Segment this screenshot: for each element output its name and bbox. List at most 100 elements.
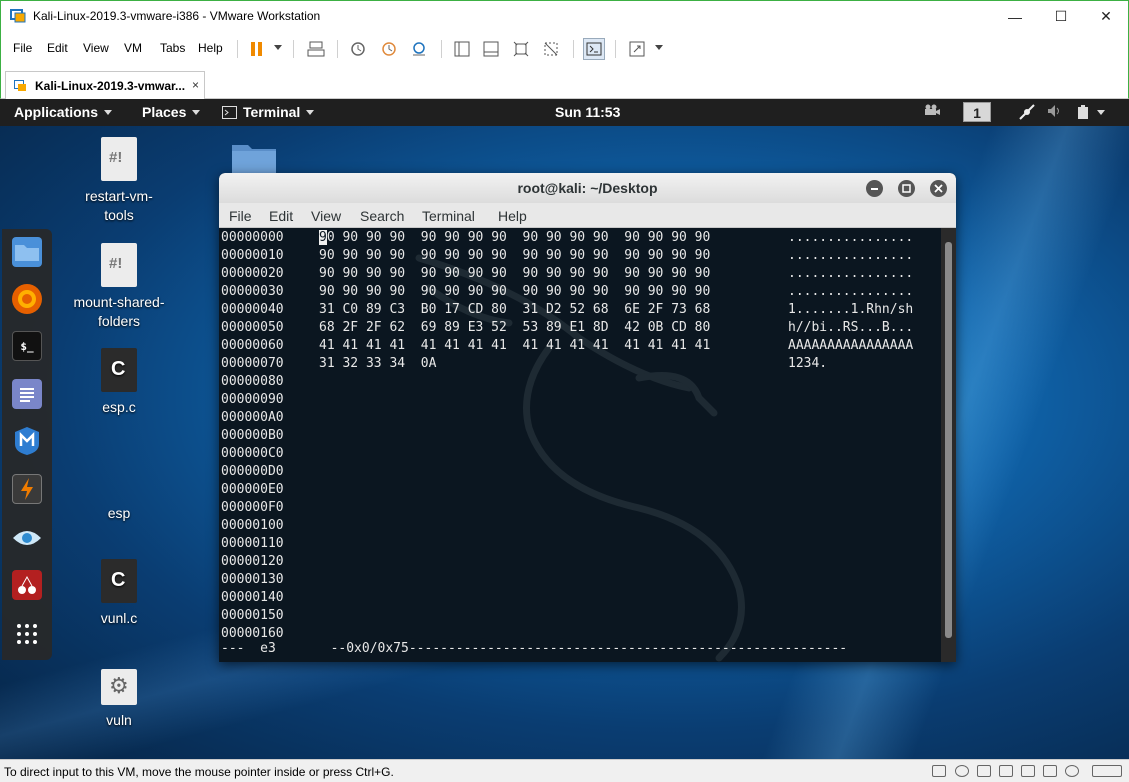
show-library-button[interactable] — [451, 38, 473, 60]
terminal-minimize-button[interactable] — [866, 180, 883, 197]
menu-edit[interactable]: Edit — [47, 41, 68, 55]
show-applications-button[interactable] — [12, 619, 42, 649]
terminal-output[interactable]: 00000000 90 90 90 90 90 90 90 90 90 90 90… — [219, 228, 941, 662]
menu-help[interactable]: Help — [198, 41, 223, 55]
terminal-menu-terminal[interactable]: Terminal — [422, 208, 475, 224]
terminal-window[interactable]: root@kali: ~/Desktop File Edit View Sear… — [219, 173, 956, 662]
sound-card-icon[interactable] — [999, 765, 1013, 777]
clock[interactable]: Sun 11:53 — [555, 104, 620, 120]
revert-snapshot-button[interactable] — [378, 38, 400, 60]
terminal-menu-view[interactable]: View — [311, 208, 341, 224]
volume-indicator[interactable] — [1047, 104, 1063, 118]
terminal-titlebar[interactable]: root@kali: ~/Desktop — [219, 173, 956, 203]
terminal-maximize-button[interactable] — [898, 180, 915, 197]
toolbar-separator — [441, 40, 442, 58]
power-indicator[interactable] — [1075, 104, 1105, 120]
terminal-menu-search[interactable]: Search — [360, 208, 404, 224]
message-log-icon[interactable] — [1092, 765, 1122, 777]
hexdump-ascii: 1234. — [788, 356, 828, 371]
thumbnail-bar-button[interactable] — [480, 38, 502, 60]
hexdump-offset: 00000140 — [221, 590, 284, 605]
hexdump-offset: 00000120 — [221, 554, 284, 569]
hexdump-bytes: 90 90 90 90 90 90 90 90 90 90 90 90 90 9… — [319, 266, 711, 281]
script-file-icon: #! — [101, 137, 137, 181]
applications-menu[interactable]: Applications — [14, 104, 113, 120]
terminal-menu-file[interactable]: File — [229, 208, 252, 224]
console-view-button[interactable] — [583, 38, 605, 60]
video-camera-indicator[interactable] — [924, 104, 940, 116]
terminal-app-menu[interactable]: Terminal — [222, 104, 315, 120]
desktop-icon-mount-shared-folders[interactable]: #! mount-shared- folders — [64, 243, 174, 331]
hard-disk-icon[interactable] — [932, 765, 946, 777]
desktop-icon-restart-vm-tools[interactable]: #! restart-vm- tools — [64, 137, 174, 225]
terminal-menubar: File Edit View Search Terminal Help — [219, 203, 956, 228]
menu-view[interactable]: View — [83, 41, 109, 55]
workspace-indicator[interactable]: 1 — [963, 102, 991, 122]
zenmap-dock-button[interactable] — [12, 523, 42, 553]
chevron-down-icon — [306, 109, 315, 115]
display-icon[interactable] — [1065, 765, 1079, 777]
video-camera-icon — [925, 104, 940, 115]
hexdump-ascii: ................ — [788, 230, 914, 245]
terminal-scrollbar[interactable] — [941, 228, 956, 662]
stretch-guest-button[interactable] — [626, 38, 648, 60]
console-icon — [586, 42, 602, 56]
burpsuite-dock-button[interactable] — [12, 474, 42, 504]
applications-label: Applications — [14, 104, 99, 120]
close-button[interactable]: ✕ — [1083, 1, 1129, 32]
firefox-dock-button[interactable] — [12, 284, 42, 314]
send-ctrl-alt-del-button[interactable] — [305, 38, 327, 60]
terminal-dock-button[interactable]: $_ — [12, 331, 42, 361]
desktop-icon-vunl-c[interactable]: C vunl.c — [64, 559, 174, 628]
snapshot-manager-button[interactable] — [408, 38, 430, 60]
sidebar-icon — [454, 41, 470, 57]
hexdump-offset: 00000060 — [221, 338, 284, 353]
minimize-icon — [871, 188, 878, 190]
tab-kali-vm[interactable]: Kali-Linux-2019.3-vmwar... × — [5, 71, 205, 99]
desktop-icon-label: vuln — [106, 712, 132, 728]
cd-dvd-icon[interactable] — [955, 765, 969, 777]
cherrytree-dock-button[interactable] — [12, 570, 42, 600]
printer-icon[interactable] — [1043, 765, 1057, 777]
metasploit-dock-button[interactable] — [12, 426, 42, 456]
usb-icon[interactable] — [1021, 765, 1035, 777]
terminal-menu-help[interactable]: Help — [498, 208, 527, 224]
hexdump-offset: 000000B0 — [221, 428, 284, 443]
desktop-icon-label: folders — [97, 313, 141, 329]
menu-file[interactable]: File — [13, 41, 32, 55]
terminal-icon — [222, 105, 237, 119]
script-file-icon: #! — [101, 243, 137, 287]
stretch-dropdown-icon[interactable] — [655, 45, 663, 50]
desktop-icon-esp[interactable]: esp — [64, 454, 174, 523]
places-menu[interactable]: Places — [142, 104, 201, 120]
cherry-icon — [18, 575, 36, 594]
tab-close-icon[interactable]: × — [192, 78, 199, 92]
maximize-button[interactable]: ☐ — [1038, 1, 1084, 32]
full-screen-button[interactable] — [510, 38, 532, 60]
unity-icon — [544, 42, 558, 56]
hexdump-ascii: ................ — [788, 248, 914, 263]
pause-button[interactable] — [246, 38, 268, 60]
terminal-menu-edit[interactable]: Edit — [269, 208, 293, 224]
chevron-down-icon — [192, 109, 201, 115]
terminal-close-button[interactable] — [930, 180, 947, 197]
desktop-icon-vuln[interactable]: ⚙ vuln — [64, 669, 174, 730]
files-dock-button[interactable] — [12, 237, 42, 267]
text-editor-dock-button[interactable] — [12, 379, 42, 409]
folder-icon[interactable] — [231, 139, 277, 177]
minimize-button[interactable]: — — [992, 1, 1038, 32]
c-source-file-icon: C — [101, 559, 137, 603]
unity-button[interactable] — [540, 38, 562, 60]
network-adapter-icon[interactable] — [977, 765, 991, 777]
close-icon: ✕ — [1100, 8, 1112, 24]
desktop-icon-esp-c[interactable]: C esp.c — [64, 348, 174, 417]
hexdump-offset: 00000040 — [221, 302, 284, 317]
snapshot-button[interactable] — [347, 38, 369, 60]
menu-tabs[interactable]: Tabs — [160, 41, 185, 55]
network-indicator[interactable] — [1018, 104, 1036, 120]
scrollbar-thumb[interactable] — [945, 242, 952, 638]
menu-vm[interactable]: VM — [124, 41, 142, 55]
pause-dropdown-icon[interactable] — [274, 45, 282, 50]
battery-icon — [1078, 105, 1088, 119]
vm-guest-screen[interactable]: Applications Places Terminal Sun 11:53 1 — [0, 99, 1129, 759]
